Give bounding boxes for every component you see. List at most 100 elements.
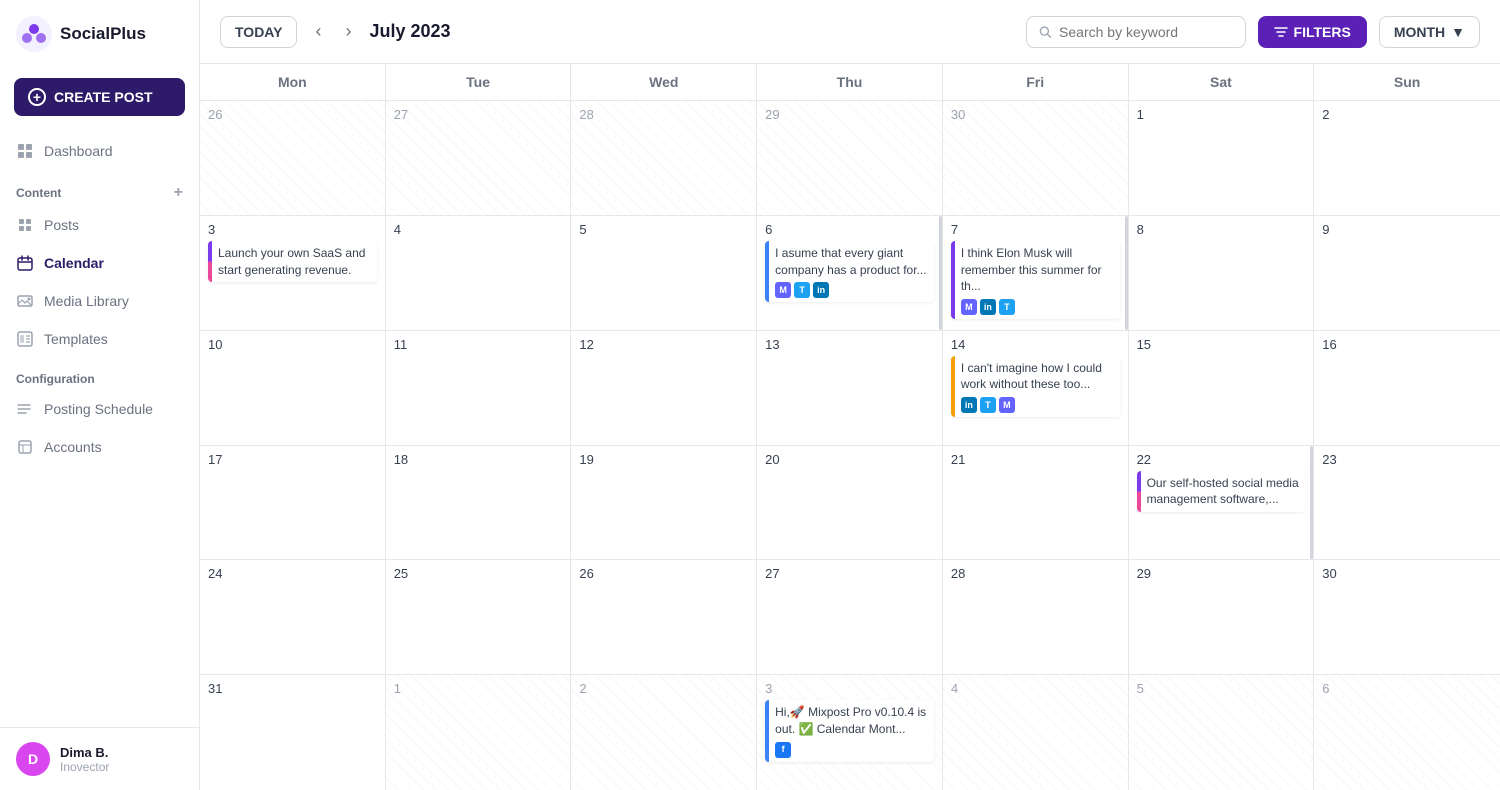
calendar-cell-r1c6[interactable]: 9: [1314, 216, 1500, 330]
create-post-button[interactable]: + CREATE POST: [14, 78, 185, 116]
sidebar-item-dashboard[interactable]: Dashboard: [0, 132, 199, 170]
sidebar-item-posts[interactable]: Posts: [0, 206, 199, 244]
accounts-icon: [16, 438, 34, 456]
calendar-cell-r3c4[interactable]: 21: [943, 446, 1129, 560]
cell-date: 10: [208, 337, 377, 352]
sidebar-item-dashboard-label: Dashboard: [44, 143, 113, 159]
sidebar-item-accounts-label: Accounts: [44, 439, 102, 455]
calendar-cell-r5c2[interactable]: 2: [571, 675, 757, 790]
calendar-cell-r3c3[interactable]: 20: [757, 446, 943, 560]
calendar-cell-r2c5[interactable]: 15: [1129, 331, 1315, 445]
sidebar-item-posting-schedule-label: Posting Schedule: [44, 401, 153, 417]
calendar-cell-r0c1[interactable]: 27: [386, 101, 572, 215]
header-sat: Sat: [1129, 64, 1315, 100]
configuration-section-label: Configuration: [0, 358, 199, 390]
calendar-cell-r5c3[interactable]: 3Hi,🚀 Mixpost Pro v0.10.4 is out. ✅ Cale…: [757, 675, 943, 790]
cell-date: 11: [394, 337, 563, 352]
sidebar-item-posting-schedule[interactable]: Posting Schedule: [0, 390, 199, 428]
calendar-cell-r5c0[interactable]: 31: [200, 675, 386, 790]
linkedin-icon: in: [813, 282, 829, 298]
user-profile[interactable]: D Dima B. Inovector: [0, 727, 199, 790]
calendar-cell-r4c0[interactable]: 24: [200, 560, 386, 674]
calendar-cell-r3c5[interactable]: 22Our self-hosted social media managemen…: [1129, 446, 1315, 560]
calendar-cell-r4c2[interactable]: 26: [571, 560, 757, 674]
calendar-cell-r5c1[interactable]: 1: [386, 675, 572, 790]
cell-date: 18: [394, 452, 563, 467]
sidebar-item-templates[interactable]: Templates: [0, 320, 199, 358]
calendar-cell-r1c0[interactable]: 3Launch your own SaaS and start generati…: [200, 216, 386, 330]
calendar-cell-r4c5[interactable]: 29: [1129, 560, 1315, 674]
calendar-cell-r1c2[interactable]: 5: [571, 216, 757, 330]
calendar-header: Mon Tue Wed Thu Fri Sat Sun: [200, 64, 1500, 101]
post-card[interactable]: Hi,🚀 Mixpost Pro v0.10.4 is out. ✅ Calen…: [765, 700, 934, 762]
search-box[interactable]: [1026, 16, 1246, 48]
mastodon-icon: M: [961, 299, 977, 315]
cell-date: 25: [394, 566, 563, 581]
calendar-cell-r4c6[interactable]: 30: [1314, 560, 1500, 674]
sidebar-item-posts-label: Posts: [44, 217, 79, 233]
calendar-cell-r2c4[interactable]: 14I can't imagine how I could work witho…: [943, 331, 1129, 445]
calendar-cell-r3c0[interactable]: 17: [200, 446, 386, 560]
calendar-cell-r0c3[interactable]: 29: [757, 101, 943, 215]
calendar-cell-r5c6[interactable]: 6: [1314, 675, 1500, 790]
sidebar-item-calendar[interactable]: Calendar: [0, 244, 199, 282]
post-card-icons: MTin: [775, 282, 928, 298]
calendar-cell-r4c4[interactable]: 28: [943, 560, 1129, 674]
header-tue: Tue: [386, 64, 572, 100]
content-add-button[interactable]: +: [174, 184, 183, 202]
search-input[interactable]: [1059, 24, 1232, 40]
search-icon: [1039, 25, 1052, 39]
post-card[interactable]: I think Elon Musk will remember this sum…: [951, 241, 1120, 319]
calendar-row-4: 24 25 2627 28 2930: [200, 560, 1500, 675]
calendar-cell-r0c2[interactable]: 28: [571, 101, 757, 215]
calendar-cell-r1c5[interactable]: 8: [1129, 216, 1315, 330]
today-button[interactable]: TODAY: [220, 16, 297, 48]
calendar-cell-r0c0[interactable]: 26: [200, 101, 386, 215]
scroll-indicator: [1310, 446, 1313, 560]
calendar-cell-r3c2[interactable]: 19: [571, 446, 757, 560]
post-card-icons: MinT: [961, 299, 1114, 315]
calendar-cell-r0c4[interactable]: 30: [943, 101, 1129, 215]
calendar-cell-r2c0[interactable]: 10: [200, 331, 386, 445]
dashboard-icon: [16, 142, 34, 160]
calendar-cell-r2c2[interactable]: 12: [571, 331, 757, 445]
templates-icon: [16, 330, 34, 348]
post-card-content: Launch your own SaaS and start generatin…: [212, 241, 377, 283]
cell-date: 15: [1137, 337, 1306, 352]
sidebar-item-accounts[interactable]: Accounts: [0, 428, 199, 466]
calendar-cell-r2c3[interactable]: 13: [757, 331, 943, 445]
calendar-cell-r4c1[interactable]: 25: [386, 560, 572, 674]
prev-month-button[interactable]: ‹: [309, 17, 327, 46]
calendar-cell-r5c4[interactable]: 4: [943, 675, 1129, 790]
post-card-text: I can't imagine how I could work without…: [961, 360, 1114, 394]
post-card[interactable]: Our self-hosted social media management …: [1137, 471, 1306, 513]
calendar-cell-r0c5[interactable]: 1: [1129, 101, 1315, 215]
calendar-cell-r1c1[interactable]: 4: [386, 216, 572, 330]
calendar-cell-r2c6[interactable]: 16: [1314, 331, 1500, 445]
post-card[interactable]: I can't imagine how I could work without…: [951, 356, 1120, 418]
calendar-cell-r5c5[interactable]: 5: [1129, 675, 1315, 790]
post-card[interactable]: I asume that every giant company has a p…: [765, 241, 934, 303]
post-card-text: Our self-hosted social media management …: [1147, 475, 1300, 509]
twitter-icon: T: [794, 282, 810, 298]
month-select-button[interactable]: MONTH ▼: [1379, 16, 1480, 48]
scroll-indicator: [939, 216, 942, 330]
twitter-icon: T: [999, 299, 1015, 315]
sidebar-item-media[interactable]: Media Library: [0, 282, 199, 320]
cell-date: 16: [1322, 337, 1492, 352]
cell-date: 2: [579, 681, 748, 696]
calendar-cell-r1c4[interactable]: 7I think Elon Musk will remember this su…: [943, 216, 1129, 330]
post-card-icons: inTM: [961, 397, 1114, 413]
cell-date: 29: [765, 107, 934, 122]
next-month-button[interactable]: ›: [339, 17, 357, 46]
filters-button[interactable]: FILTERS: [1258, 16, 1367, 48]
calendar-cell-r3c1[interactable]: 18: [386, 446, 572, 560]
calendar-cell-r2c1[interactable]: 11: [386, 331, 572, 445]
cell-date: 5: [579, 222, 748, 237]
post-card[interactable]: Launch your own SaaS and start generatin…: [208, 241, 377, 283]
calendar-cell-r1c3[interactable]: 6I asume that every giant company has a …: [757, 216, 943, 330]
cell-date: 28: [951, 566, 1120, 581]
calendar-cell-r0c6[interactable]: 2: [1314, 101, 1500, 215]
calendar-cell-r4c3[interactable]: 27: [757, 560, 943, 674]
calendar-cell-r3c6[interactable]: 23: [1314, 446, 1500, 560]
